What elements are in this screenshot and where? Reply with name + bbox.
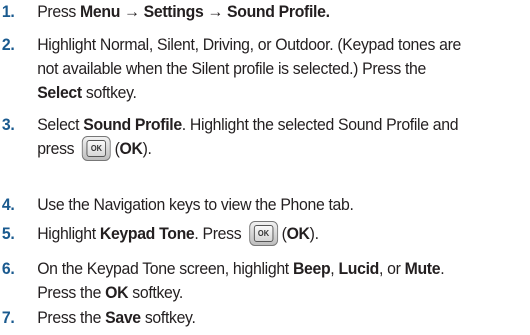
step-text: press <box>37 139 79 158</box>
instruction-step: 2. Highlight Normal, Silent, Driving, or … <box>0 33 461 105</box>
step-text-line: press OK (OK). <box>37 135 458 161</box>
bold-term: Save <box>105 308 141 327</box>
step-text-line: not available when the Silent profile is… <box>37 57 461 81</box>
step-text: Use the Navigation keys to view the Phon… <box>37 195 354 214</box>
step-number: 6. <box>1 259 15 278</box>
bold-term: Lucid <box>338 259 379 278</box>
step-text: , or <box>378 259 405 278</box>
step-text: softkey. <box>81 83 137 102</box>
step-number: 1. <box>1 2 15 21</box>
step-text-line: Use the Navigation keys to view the Phon… <box>37 193 354 217</box>
bold-term: Beep <box>292 259 331 278</box>
bold-term: OK <box>119 139 143 158</box>
bold-term: Menu <box>80 2 121 21</box>
step-text: ). <box>142 139 152 158</box>
step-text: not available when the Silent profile is… <box>37 59 426 78</box>
step-text: Press the <box>37 283 106 302</box>
step-text-line: Highlight Keypad Tone. Press OK (OK). <box>37 220 319 246</box>
step-text-line: On the Keypad Tone screen, highlight Bee… <box>37 257 444 281</box>
step-text-line: Select softkey. <box>37 81 461 105</box>
step-text-line: Press the Save softkey. <box>37 306 196 330</box>
step-text: Press <box>37 2 81 21</box>
ok-key-label: OK <box>86 139 107 157</box>
step-text: softkey. <box>140 308 196 327</box>
step-number: 5. <box>1 224 15 243</box>
bold-term: → <box>120 2 144 21</box>
step-text-line: Highlight Normal, Silent, Driving, or Ou… <box>37 33 461 57</box>
step-text-line: Select Sound Profile. Highlight the sele… <box>37 113 458 137</box>
bold-term: Sound Profile <box>83 115 182 134</box>
bold-term: Settings <box>143 2 204 21</box>
step-number: 2. <box>1 35 15 54</box>
step-number: 3. <box>1 115 15 134</box>
instruction-step: 1. Press Menu → Settings → Sound Profile. <box>0 0 330 24</box>
instruction-step: 7. Press the Save softkey. <box>0 306 196 330</box>
instruction-step: 5. Highlight Keypad Tone. Press OK (OK). <box>0 220 319 246</box>
ok-key-icon: OK <box>249 220 278 246</box>
bold-term: Keypad Tone <box>99 224 195 243</box>
bold-term: Sound Profile. <box>227 2 330 21</box>
instruction-step: 3. Select Sound Profile. Highlight the se… <box>0 113 458 161</box>
step-text: Select <box>37 115 84 134</box>
step-text: . Press <box>194 224 246 243</box>
bold-term: Mute <box>404 259 441 278</box>
step-text: . <box>440 259 445 278</box>
step-text: Press the <box>37 308 106 327</box>
step-text: Highlight Normal, Silent, Driving, or Ou… <box>37 35 462 54</box>
step-text: softkey. <box>128 283 183 302</box>
ok-key-icon: OK <box>82 135 111 161</box>
step-text: Highlight <box>37 224 100 243</box>
step-text: ). <box>309 224 319 243</box>
bold-term: Select <box>37 83 82 102</box>
bold-term: → <box>203 2 228 21</box>
bold-term: OK <box>286 224 310 243</box>
step-text-line: Press the OK softkey. <box>37 281 444 305</box>
step-text-line: Press Menu → Settings → Sound Profile. <box>37 0 330 24</box>
step-text: On the Keypad Tone screen, highlight <box>37 259 293 278</box>
bold-term: OK <box>105 283 129 302</box>
step-text: , <box>330 259 339 278</box>
step-number: 7. <box>1 308 15 327</box>
step-text: . Highlight the selected Sound Profile a… <box>181 115 459 134</box>
ok-key-label: OK <box>253 224 274 242</box>
instruction-step: 4. Use the Navigation keys to view the Ph… <box>0 193 354 217</box>
step-number: 4. <box>1 195 15 214</box>
instruction-step: 6. On the Keypad Tone screen, highlight B… <box>0 257 445 305</box>
